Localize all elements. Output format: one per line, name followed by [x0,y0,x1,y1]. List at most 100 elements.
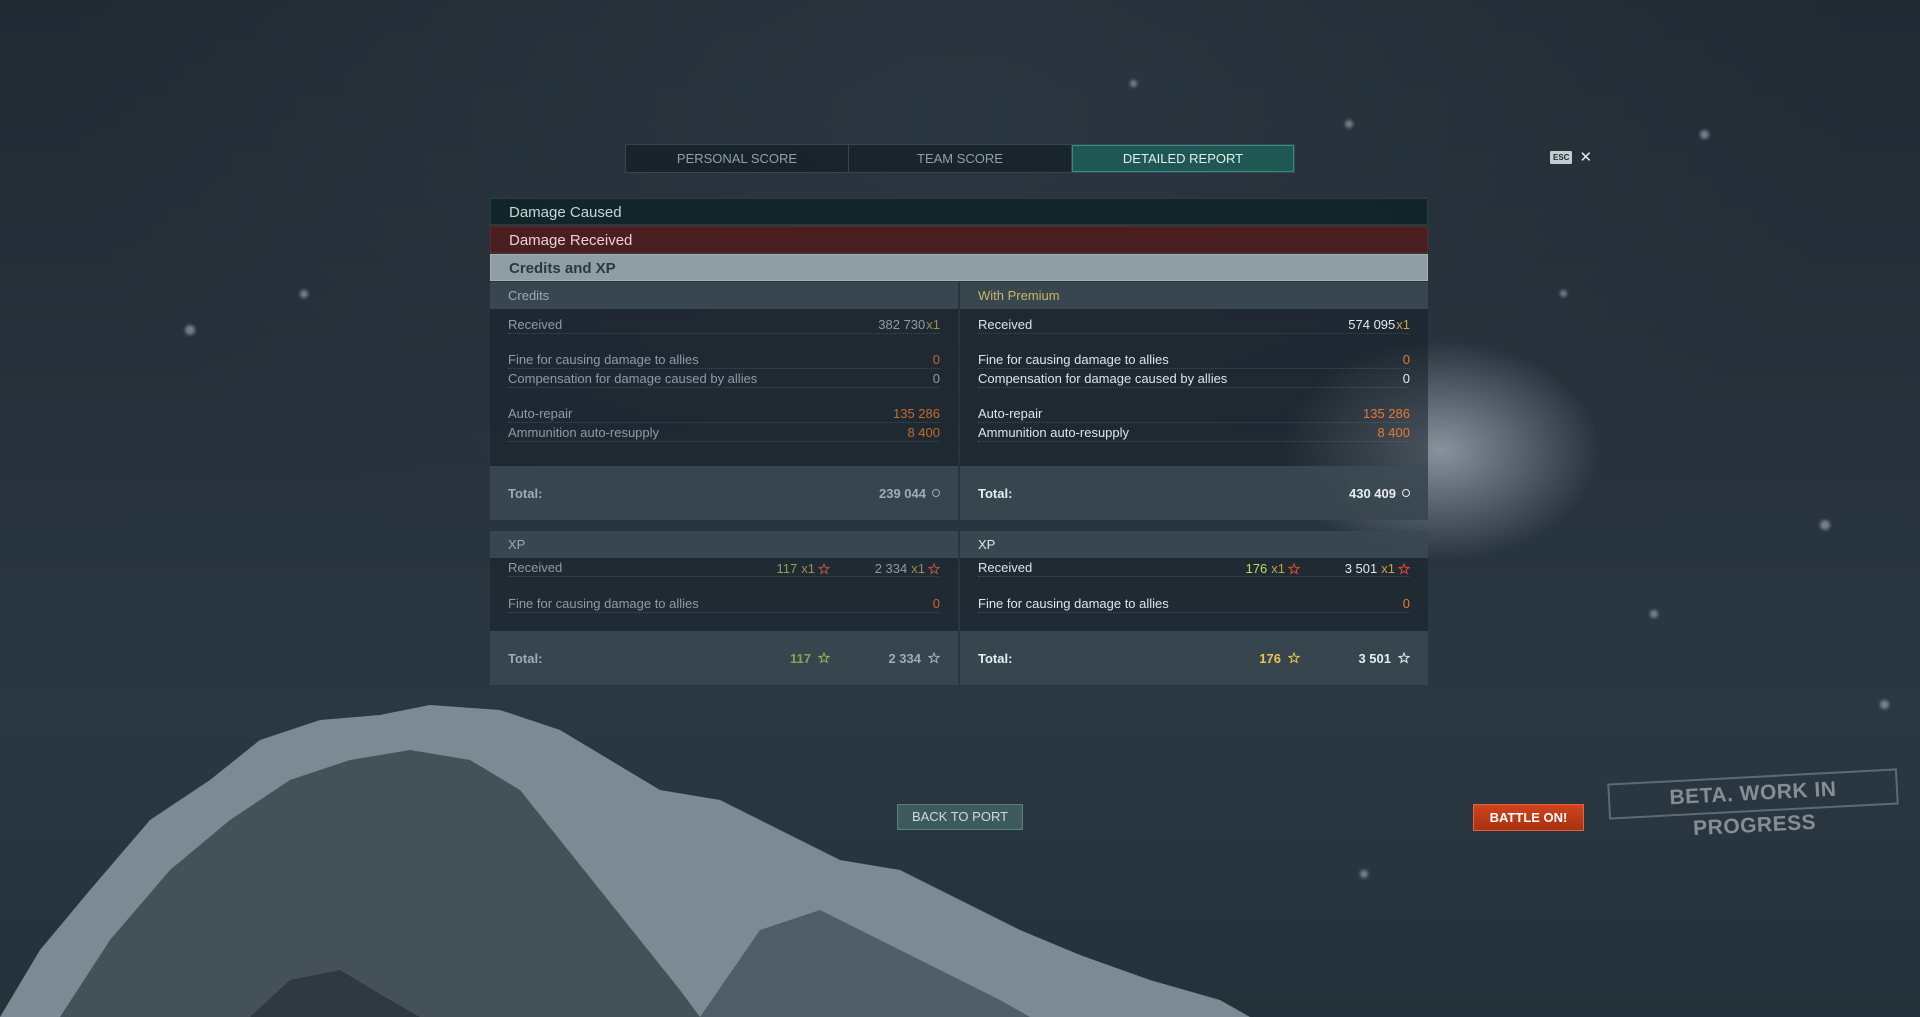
premium-xp-received-row: Received 176 x1 3 501 x1 [978,558,1410,577]
row-label: Auto-repair [508,406,573,421]
xp-received-values: 117 x1 2 334 x1 [760,561,940,576]
premium-repair-value: 135 286 [1363,406,1410,421]
xp-value: 176 x1 [1230,561,1300,576]
value: 574 095 [1348,317,1396,332]
battle-on-button[interactable]: BATTLE ON! [1473,804,1584,831]
credits-received-row: Received 382 730x1 [508,315,940,334]
beta-watermark: BETA. WORK IN PROGRESS [1607,768,1899,840]
row-label: Ammunition auto-resupply [978,425,1130,440]
premium-body: Received 574 095x1 Fine for causing dama… [960,309,1428,466]
snowflake [1130,80,1137,87]
xp-fine-row: Fine for causing damage to allies 0 [508,594,940,613]
xp-total: 176 [1230,651,1300,666]
back-to-port-button[interactable]: BACK TO PORT [897,804,1023,830]
close-icon: ✕ [1579,149,1593,166]
premium-title: With Premium [960,282,1428,309]
credits-compensation-value: 0 [932,371,940,386]
credits-panel: Credits Received 382 730x1 Fine for caus… [490,282,958,520]
gear-star-icon [928,562,940,575]
row-label: Fine for causing damage to allies [508,596,699,611]
total-label: Total: [508,650,543,666]
star-icon [818,652,830,664]
mountain-background [0,705,1250,1017]
premium-total: 430 409 [1349,486,1410,501]
star-icon [928,652,940,664]
premium-fine-value: 0 [1402,352,1410,367]
credits-total-row: Total: 239 044 [490,466,958,520]
xp-received-row: Received 117 x1 2 334 x1 [508,558,940,577]
premium-received-row: Received 574 095x1 [978,315,1410,334]
premium-compensation-row: Compensation for damage caused by allies… [978,369,1410,388]
premium-total-row: Total: 430 409 [960,466,1428,520]
premium-compensation-value: 0 [1402,371,1410,386]
value: 2 334 [874,561,908,576]
multiplier: x1 [926,317,940,332]
row-label: Received [508,317,563,332]
row-label: Received [978,317,1033,332]
premium-repair-row: Auto-repair 135 286 [978,404,1410,423]
xp-total-row: Total: 117 2 334 [490,631,958,685]
premium-xp-body: Received 176 x1 3 501 x1 Fine for causing … [960,558,1428,631]
total-value: 239 044 [879,485,926,501]
close-button[interactable]: ESC ✕ [1550,150,1592,165]
snowflake [1880,700,1889,709]
row-label: Fine for causing damage to allies [978,352,1169,367]
elite-xp-value: 2 334 x1 [830,561,940,576]
credits-repair-value: 135 286 [893,406,940,421]
row-label: Compensation for damage caused by allies [978,371,1228,386]
xp-value: 117 x1 [760,561,830,576]
section-damage-caused[interactable]: Damage Caused [490,198,1428,225]
premium-ammo-row: Ammunition auto-resupply 8 400 [978,423,1410,442]
row-label: Received [978,560,1033,575]
gear-star-icon [1398,562,1410,575]
report-tabs: PERSONAL SCORE TEAM SCORE DETAILED REPOR… [625,144,1295,173]
xp-total-values: 117 2 334 [760,651,940,666]
snowflake [1700,130,1709,139]
credits-ammo-row: Ammunition auto-resupply 8 400 [508,423,940,442]
gear-star-icon [818,562,830,575]
credits-body: Received 382 730x1 Fine for causing dama… [490,309,958,466]
snowflake [1560,290,1567,297]
total-value: 430 409 [1349,485,1396,501]
value: 176 [1245,561,1268,576]
snowflake [1820,520,1830,530]
elite-xp-value: 3 501 x1 [1300,561,1410,576]
tab-team-score[interactable]: TEAM SCORE [849,145,1072,172]
star-icon [1398,652,1410,664]
coin-icon [1402,489,1410,497]
premium-xp-received-values: 176 x1 3 501 x1 [1230,561,1410,576]
premium-xp-panel: XP Received 176 x1 3 501 x1 Fine for causi… [960,531,1428,685]
total-label: Total: [978,485,1013,501]
credits-fine-row: Fine for causing damage to allies 0 [508,350,940,369]
credits-title: Credits [490,282,958,309]
xp-title: XP [490,531,958,558]
multiplier: x1 [911,561,925,576]
row-label: Fine for causing damage to allies [508,352,699,367]
coin-icon [932,489,940,497]
value: 176 [1259,650,1281,666]
snowflake [300,290,308,298]
premium-xp-fine-value: 0 [1402,596,1410,611]
section-damage-received[interactable]: Damage Received [490,226,1428,253]
row-label: Fine for causing damage to allies [978,596,1169,611]
section-credits-xp[interactable]: Credits and XP [490,254,1428,281]
value: 382 730 [878,317,926,332]
esc-key-badge: ESC [1550,151,1573,164]
tab-detailed-report[interactable]: DETAILED REPORT [1072,145,1294,172]
premium-credits-panel: With Premium Received 574 095x1 Fine for… [960,282,1428,520]
premium-xp-title: XP [960,531,1428,558]
value: 3 501 [1358,650,1391,666]
tab-personal-score[interactable]: PERSONAL SCORE [626,145,849,172]
premium-xp-fine-row: Fine for causing damage to allies 0 [978,594,1410,613]
multiplier: x1 [1381,561,1395,576]
star-icon [1288,652,1300,664]
snowflake [1345,120,1353,128]
premium-ammo-value: 8 400 [1377,425,1410,440]
snowflake [185,325,195,335]
row-label: Auto-repair [978,406,1043,421]
row-label: Compensation for damage caused by allies [508,371,758,386]
value: 117 [790,650,811,666]
snowflake [1650,610,1658,618]
credits-repair-row: Auto-repair 135 286 [508,404,940,423]
xp-panel: XP Received 117 x1 2 334 x1 Fine for causi… [490,531,958,685]
